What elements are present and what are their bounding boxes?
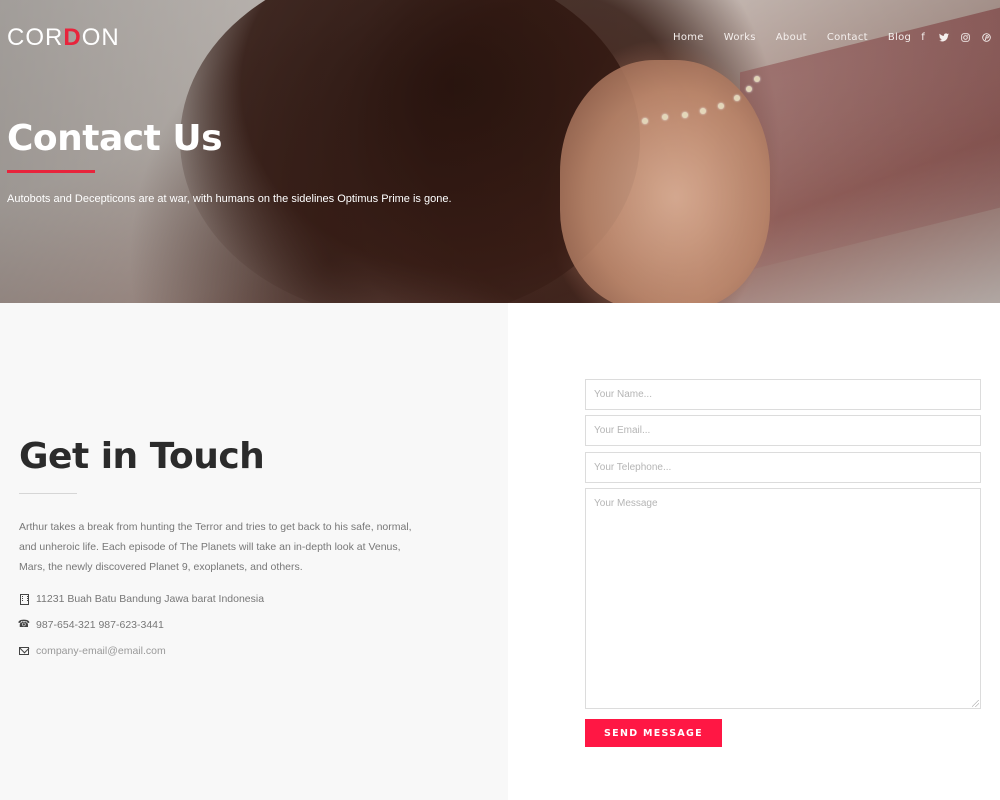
section-title: Get in Touch: [19, 436, 265, 477]
hero-subtitle: Autobots and Decepticons are at war, wit…: [7, 193, 452, 205]
facebook-icon[interactable]: f: [918, 31, 928, 43]
logo-text-start: COR: [7, 24, 64, 51]
address-row: 11231 Buah Batu Bandung Jawa barat Indon…: [19, 592, 264, 606]
message-textarea[interactable]: [585, 488, 981, 709]
telephone-input[interactable]: [585, 452, 981, 483]
nav-contact[interactable]: Contact: [827, 32, 868, 44]
nav-works[interactable]: Works: [724, 32, 756, 44]
nav-blog[interactable]: Blog: [888, 32, 911, 44]
envelope-icon: [19, 645, 29, 657]
contact-description: Arthur takes a break from hunting the Te…: [19, 521, 412, 573]
twitter-icon[interactable]: [939, 31, 949, 43]
phone-text: 987-654-321 987-623-3441: [36, 619, 164, 631]
name-input[interactable]: [585, 379, 981, 410]
building-icon: [19, 593, 29, 605]
brand-logo[interactable]: CORDON: [7, 26, 120, 50]
nav-about[interactable]: About: [776, 32, 807, 44]
hero-banner: CORDON Home Works About Contact Blog f C…: [0, 0, 1000, 303]
send-message-button[interactable]: SEND MESSAGE: [585, 719, 722, 747]
resize-handle[interactable]: [972, 700, 979, 707]
phone-row: ☎ 987-654-321 987-623-3441: [17, 618, 164, 632]
nav-home[interactable]: Home: [673, 32, 704, 44]
section-divider: [19, 493, 77, 494]
page-title: Contact Us: [7, 118, 223, 159]
phone-icon: ☎: [17, 619, 31, 630]
main-nav: Home Works About Contact Blog: [673, 32, 931, 44]
email-link[interactable]: company-email@email.com: [36, 644, 166, 658]
title-underline: [7, 170, 95, 173]
email-input[interactable]: [585, 415, 981, 446]
social-links: f: [918, 31, 991, 43]
logo-mark: D: [63, 24, 82, 51]
address-text: 11231 Buah Batu Bandung Jawa barat Indon…: [36, 593, 265, 605]
instagram-icon[interactable]: [960, 31, 970, 43]
logo-text-end: ON: [81, 24, 120, 51]
pinterest-icon[interactable]: [981, 31, 991, 43]
email-row: company-email@email.com: [19, 644, 166, 658]
